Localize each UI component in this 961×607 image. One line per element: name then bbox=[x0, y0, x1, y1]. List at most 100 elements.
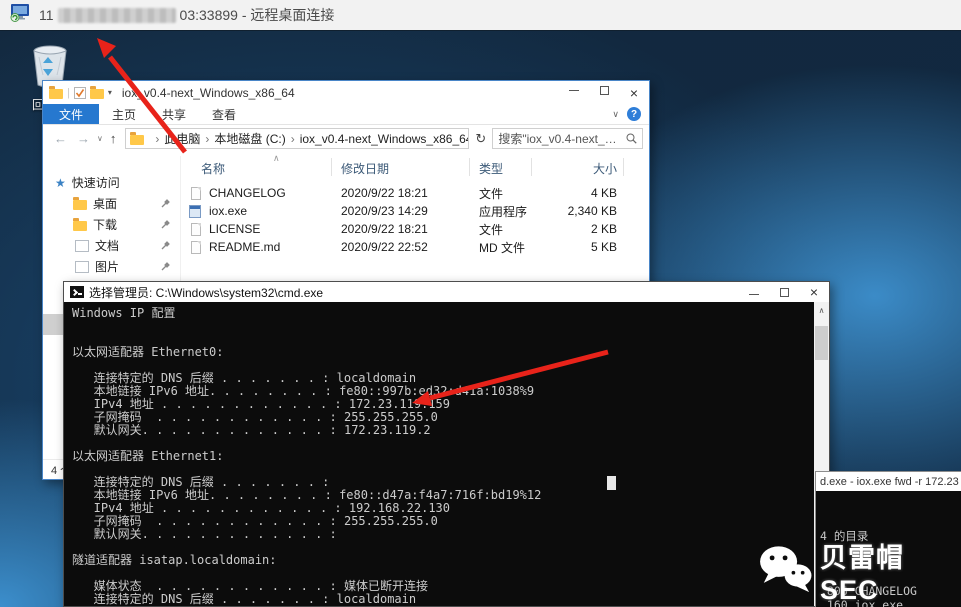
column-name[interactable]: 名称 bbox=[201, 160, 225, 177]
back-icon[interactable]: ← bbox=[49, 131, 72, 146]
close-button[interactable]: × bbox=[619, 86, 649, 100]
rdp-monitor-icon bbox=[10, 3, 31, 27]
chevron-right-icon: › bbox=[291, 132, 295, 146]
folder-icon bbox=[73, 221, 87, 231]
sidebar-item-label: 桌面 bbox=[93, 195, 117, 212]
breadcrumb-item[interactable]: iox_v0.4-next_Windows_x86_64 bbox=[300, 132, 470, 146]
folder-icon bbox=[75, 240, 89, 252]
sidebar-item[interactable]: 桌面 bbox=[43, 193, 180, 214]
ribbon-tab[interactable]: 主页 bbox=[99, 104, 149, 124]
rdp-session-screen: 11 03:33899 - 远程桌面连接 回收站 bbox=[0, 0, 961, 607]
folder-icon bbox=[75, 261, 89, 273]
search-text: 搜索"iox_v0.4-next_Windo... bbox=[498, 130, 626, 147]
chevron-right-icon: › bbox=[155, 132, 159, 146]
console-line: Windows IP 配置 bbox=[72, 307, 814, 320]
checkmark-icon[interactable] bbox=[74, 87, 86, 99]
rdp-title: 11 03:33899 - 远程桌面连接 bbox=[39, 5, 334, 25]
close-button[interactable]: × bbox=[799, 282, 829, 302]
explorer-window-title: iox_v0.4-next_Windows_x86_64 bbox=[122, 86, 295, 100]
rdp-title-suffix: 03:33899 - 远程桌面连接 bbox=[180, 5, 335, 25]
wechat-icon bbox=[758, 544, 814, 599]
file-type: MD 文件 bbox=[479, 239, 525, 256]
sidebar-item-quick-access[interactable]: ★ 快速访问 bbox=[43, 172, 180, 193]
file-size: 5 KB bbox=[541, 240, 617, 254]
iox-fwd-title: d.exe - iox.exe fwd -r 172.23 bbox=[820, 476, 959, 488]
tab-file[interactable]: 文件 bbox=[43, 104, 99, 124]
history-dropdown-icon[interactable]: ∨ bbox=[95, 134, 105, 143]
watermark: 贝雷帽SEC bbox=[758, 536, 961, 606]
column-type[interactable]: 类型 bbox=[479, 160, 503, 177]
file-name: README.md bbox=[209, 240, 280, 254]
minimize-button[interactable] bbox=[739, 282, 769, 302]
refresh-icon[interactable]: ↻ bbox=[469, 131, 492, 147]
scroll-up-icon[interactable]: ∧ bbox=[814, 302, 829, 315]
star-icon: ★ bbox=[55, 176, 66, 190]
console-line: 默认网关. . . . . . . . . . . . . : 172.23.1… bbox=[72, 424, 814, 437]
console-line: 隧道适配器 isatap.localdomain: bbox=[72, 554, 814, 567]
maximize-button[interactable] bbox=[589, 86, 619, 95]
file-row[interactable]: iox.exe 2020/9/23 14:29 应用程序 2,340 KB bbox=[181, 202, 649, 220]
sidebar-item-label: 下载 bbox=[93, 216, 117, 233]
file-row[interactable]: README.md 2020/9/22 22:52 MD 文件 5 KB bbox=[181, 238, 649, 256]
file-row[interactable]: CHANGELOG 2020/9/22 18:21 文件 4 KB bbox=[181, 184, 649, 202]
rdp-titlebar: 11 03:33899 - 远程桌面连接 bbox=[0, 0, 961, 31]
file-name: iox.exe bbox=[209, 204, 247, 218]
help-icon[interactable]: ? bbox=[627, 107, 641, 121]
chevron-down-icon[interactable]: ▾ bbox=[108, 88, 112, 97]
cmd-console-output[interactable]: Windows IP 配置以太网适配器 Ethernet0: 连接特定的 DNS… bbox=[64, 302, 814, 606]
folder-icon[interactable] bbox=[90, 89, 104, 99]
redacted-ip-mosaic bbox=[58, 8, 176, 23]
sort-asc-icon: ∧ bbox=[273, 153, 280, 164]
minimize-button[interactable] bbox=[559, 86, 589, 91]
up-icon[interactable]: ↑ bbox=[105, 131, 122, 146]
address-bar[interactable]: › 此电脑 › 本地磁盘 (C:) › iox_v0.4-next_Window… bbox=[125, 128, 469, 149]
ribbon-tab[interactable]: 查看 bbox=[199, 104, 249, 124]
cmd-window-title: 选择管理员: C:\Windows\system32\cmd.exe bbox=[89, 284, 323, 301]
console-line: 连接特定的 DNS 后缀 . . . . . . . : localdomain bbox=[72, 593, 814, 606]
column-date[interactable]: 修改日期 bbox=[341, 160, 389, 177]
pin-icon bbox=[161, 199, 170, 208]
breadcrumb: › 此电脑 › 本地磁盘 (C:) › iox_v0.4-next_Window… bbox=[150, 130, 469, 147]
sidebar-item[interactable]: 下载 bbox=[43, 214, 180, 235]
sidebar-item[interactable]: 文档 bbox=[43, 235, 180, 256]
column-size[interactable]: 大小 bbox=[541, 160, 617, 177]
maximize-button[interactable] bbox=[769, 282, 799, 302]
ribbon-collapse-icon[interactable]: ∨ bbox=[612, 109, 619, 120]
file-date: 2020/9/22 18:21 bbox=[341, 186, 428, 200]
file-icon bbox=[189, 205, 201, 218]
console-line bbox=[72, 320, 814, 333]
search-input[interactable]: 搜索"iox_v0.4-next_Windo... bbox=[492, 128, 643, 149]
pin-icon bbox=[161, 220, 170, 229]
file-type: 文件 bbox=[479, 221, 503, 238]
pin-icon bbox=[161, 262, 170, 271]
cmd-titlebar: 选择管理员: C:\Windows\system32\cmd.exe × bbox=[64, 282, 829, 302]
forward-icon[interactable]: → bbox=[72, 131, 95, 146]
breadcrumb-item[interactable]: 此电脑 bbox=[164, 130, 200, 147]
console-cursor bbox=[607, 476, 616, 490]
separator: | bbox=[67, 87, 70, 99]
sidebar-item[interactable]: 图片 bbox=[43, 256, 180, 277]
file-row[interactable]: LICENSE 2020/9/22 18:21 文件 2 KB bbox=[181, 220, 649, 238]
file-type: 文件 bbox=[479, 185, 503, 202]
file-name: LICENSE bbox=[209, 222, 260, 236]
sidebar-item-label: 文档 bbox=[95, 237, 119, 254]
desktop: 回收站 | ▾ iox_v0.4-next_Windows_x86_64 bbox=[0, 31, 961, 607]
watermark-text: 贝雷帽SEC bbox=[820, 536, 961, 606]
console-line: 以太网适配器 Ethernet0: bbox=[72, 346, 814, 359]
file-icon bbox=[191, 187, 201, 200]
chevron-right-icon: › bbox=[205, 132, 209, 146]
search-icon bbox=[626, 133, 637, 144]
file-size: 4 KB bbox=[541, 186, 617, 200]
quick-access-toolbar: | ▾ bbox=[49, 87, 112, 99]
iox-fwd-titlebar: d.exe - iox.exe fwd -r 172.23 bbox=[816, 472, 961, 491]
ribbon-tab[interactable]: 共享 bbox=[149, 104, 199, 124]
file-size: 2 KB bbox=[541, 222, 617, 236]
cmd-icon bbox=[70, 286, 84, 298]
scrollbar-thumb[interactable] bbox=[815, 326, 828, 360]
file-date: 2020/9/22 22:52 bbox=[341, 240, 428, 254]
folder-icon bbox=[49, 89, 63, 99]
rdp-title-prefix: 11 bbox=[39, 7, 54, 23]
column-headers: ∧ 名称 修改日期 类型 大小 bbox=[181, 158, 649, 178]
breadcrumb-item[interactable]: 本地磁盘 (C:) bbox=[214, 130, 285, 147]
cmd-window: 选择管理员: C:\Windows\system32\cmd.exe × Win… bbox=[63, 281, 830, 607]
